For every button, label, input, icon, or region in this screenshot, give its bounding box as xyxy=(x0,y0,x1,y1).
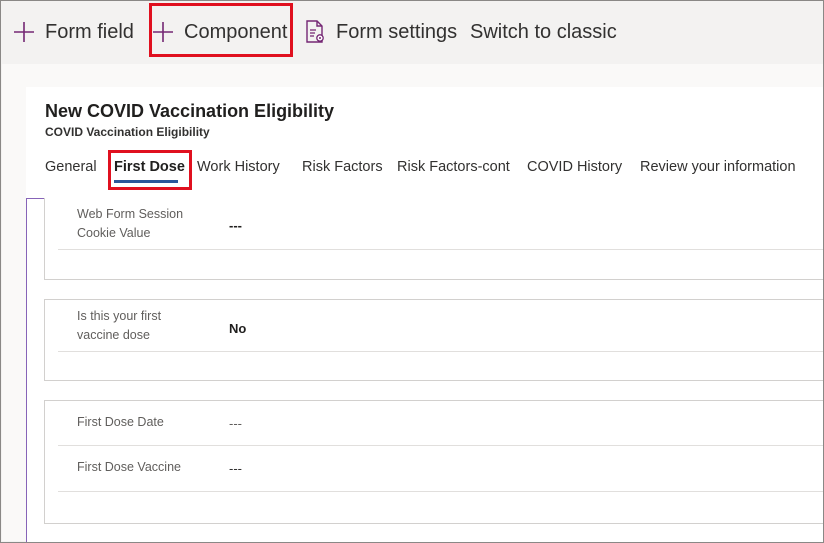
first-dose-vaccine-value[interactable]: --- xyxy=(229,461,242,476)
switch-to-classic-button[interactable]: Switch to classic xyxy=(470,0,617,64)
field-label: Is this your first vaccine dose xyxy=(77,307,161,345)
tab-review-your-information[interactable]: Review your information xyxy=(640,159,796,175)
form-field-button[interactable]: Form field xyxy=(13,0,134,64)
tab-general[interactable]: General xyxy=(45,159,97,175)
field-divider xyxy=(58,249,824,250)
command-bar: Form field Component Form settings Switc… xyxy=(0,0,824,64)
switch-to-classic-label: Switch to classic xyxy=(470,20,617,43)
field-label-line: Cookie Value xyxy=(77,226,151,240)
field-label-line: Web Form Session xyxy=(77,207,184,221)
tab-risk-factors-cont[interactable]: Risk Factors-cont xyxy=(397,159,510,175)
field-label-line: Is this your first xyxy=(77,309,162,323)
first-dose-date-value[interactable]: --- xyxy=(229,416,242,431)
form-subtitle: COVID Vaccination Eligibility xyxy=(45,125,210,139)
form-settings-button[interactable]: Form settings xyxy=(304,0,457,64)
plus-icon xyxy=(13,21,35,43)
cookie-value[interactable]: --- xyxy=(229,218,242,233)
field-label-line: vaccine dose xyxy=(77,328,150,342)
tab-risk-factors[interactable]: Risk Factors xyxy=(302,159,383,175)
field-label: First Dose Date xyxy=(77,415,164,429)
form-settings-label: Form settings xyxy=(336,20,458,43)
field-divider xyxy=(58,445,824,446)
field-label: First Dose Vaccine xyxy=(77,460,181,474)
component-highlight-box xyxy=(149,3,293,57)
tab-work-history[interactable]: Work History xyxy=(197,159,280,175)
first-dose-answer[interactable]: No xyxy=(229,321,246,336)
field-label: Web Form Session Cookie Value xyxy=(77,205,183,243)
tab-covid-history[interactable]: COVID History xyxy=(527,159,622,175)
first-dose-highlight-box xyxy=(108,150,192,190)
page-title: New COVID Vaccination Eligibility xyxy=(45,101,335,121)
field-divider xyxy=(58,491,824,492)
field-divider xyxy=(58,351,824,352)
form-settings-icon xyxy=(304,20,326,44)
form-field-label: Form field xyxy=(45,20,134,43)
